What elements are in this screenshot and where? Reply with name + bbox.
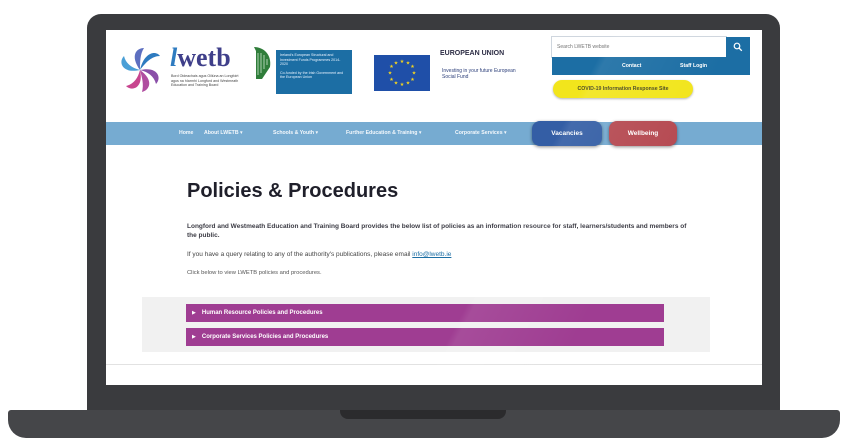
lwetb-swirl-logo-icon	[121, 48, 160, 92]
covid-info-button[interactable]: COVID-19 Information Response Site	[553, 80, 693, 98]
eu-flag-icon: ★ ★★ ★★★ ★★★ ★★★	[374, 55, 430, 91]
nav-item-schools-youth[interactable]: Schools & Youth ▾	[273, 130, 318, 136]
logo-subtitle: Bord Oideachais agus Oiliúna an Longfoir…	[171, 74, 239, 88]
accordion-human-resource[interactable]: ▶ Human Resource Policies and Procedures	[186, 304, 664, 322]
search-button[interactable]	[726, 37, 750, 57]
caret-right-icon: ▶	[192, 334, 196, 340]
search-input[interactable]	[551, 36, 727, 58]
logo-wordmark-rest: wetb	[177, 43, 231, 72]
wellbeing-button[interactable]: Wellbeing	[609, 121, 677, 146]
nav-item-further-education[interactable]: Further Education & Training ▾	[346, 130, 422, 136]
svg-text:★: ★	[394, 81, 399, 87]
email-link[interactable]: info@lwetb.ie	[412, 251, 451, 258]
svg-text:★: ★	[400, 82, 405, 88]
divider	[106, 364, 762, 365]
svg-text:★: ★	[389, 77, 394, 83]
svg-text:★: ★	[410, 77, 415, 83]
accordion-corporate-services[interactable]: ▶ Corporate Services Policies and Procedu…	[186, 328, 664, 346]
click-instruction: Click below to view LWETB policies and p…	[187, 270, 322, 276]
staff-login-link[interactable]: Staff Login	[680, 63, 707, 69]
nav-item-corporate-services[interactable]: Corporate Services ▾	[455, 130, 507, 136]
nav-item-about[interactable]: About LWETB ▾	[204, 130, 243, 136]
ireland-box-title: Ireland's European Structural and Invest…	[280, 53, 341, 66]
svg-text:★: ★	[400, 59, 405, 65]
logo-wordmark[interactable]: lwetb	[170, 43, 231, 73]
utility-bar: Contact Staff Login	[552, 57, 750, 75]
caret-right-icon: ▶	[192, 310, 196, 316]
svg-text:★: ★	[412, 71, 417, 77]
vacancies-button[interactable]: Vacancies	[532, 121, 602, 146]
intro-paragraph: Longford and Westmeath Education and Tra…	[187, 223, 687, 239]
accordion-label: Human Resource Policies and Procedures	[201, 310, 323, 316]
search-icon	[733, 42, 743, 52]
query-text: If you have a query relating to any of t…	[187, 251, 411, 258]
page-title: Policies & Procedures	[187, 180, 399, 202]
eu-title: EUROPEAN UNION	[440, 50, 505, 57]
accordion-label: Corporate Services Policies and Procedur…	[201, 334, 329, 340]
nav-item-home[interactable]: Home	[179, 130, 193, 136]
ireland-box-sub: Co-funded by the Irish Government and th…	[280, 70, 344, 80]
eu-subtitle: Investing in your future European Social…	[442, 68, 516, 80]
harp-icon	[254, 47, 271, 79]
ireland-esif-box: Ireland's European Structural and Invest…	[276, 50, 352, 94]
svg-text:★: ★	[388, 71, 393, 77]
laptop-notch	[340, 410, 506, 419]
query-paragraph: If you have a query relating to any of t…	[187, 251, 451, 258]
svg-text:★: ★	[410, 64, 415, 70]
svg-text:★: ★	[394, 61, 399, 67]
laptop-screen: lwetb Bord Oideachais agus Oiliúna an Lo…	[106, 30, 762, 385]
contact-link[interactable]: Contact	[622, 63, 641, 69]
svg-text:★: ★	[406, 81, 411, 87]
